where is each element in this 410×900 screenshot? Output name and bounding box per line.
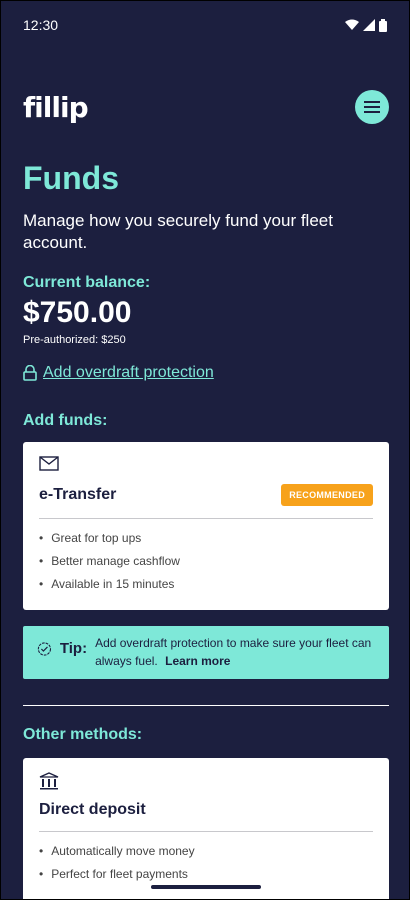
balance-amount: $750.00 xyxy=(23,296,132,330)
bank-icon xyxy=(39,772,59,790)
add-overdraft-label[interactable]: Add overdraft protection xyxy=(43,364,214,382)
section-divider xyxy=(23,705,389,707)
page-title: Funds xyxy=(23,160,119,196)
etransfer-benefits: Great for top ups Better manage cashflow… xyxy=(39,531,373,591)
signal-icon xyxy=(363,19,375,31)
status-bar: 12:30 xyxy=(1,1,409,49)
tip-text: Add overdraft protection to make sure yo… xyxy=(95,635,375,670)
badge-check-icon xyxy=(37,642,52,656)
main-content: Funds Manage how you securely fund your … xyxy=(23,160,389,899)
home-indicator[interactable] xyxy=(151,885,261,889)
lock-icon xyxy=(23,365,37,382)
add-overdraft-link[interactable]: Add overdraft protection xyxy=(23,364,389,382)
list-item: Great for top ups xyxy=(39,531,373,545)
hamburger-icon xyxy=(364,101,380,113)
battery-icon xyxy=(379,18,387,32)
other-methods-title: Other methods: xyxy=(23,726,143,744)
tip-message: Add overdraft protection to make sure yo… xyxy=(95,636,372,668)
card-divider xyxy=(39,518,373,520)
etransfer-card[interactable]: e-Transfer RECOMMENDED Great for top ups… xyxy=(23,442,389,611)
direct-deposit-benefits: Automatically move money Perfect for fle… xyxy=(39,844,373,881)
list-item: Better manage cashflow xyxy=(39,554,373,568)
menu-button[interactable] xyxy=(355,90,389,124)
etransfer-title: e-Transfer xyxy=(39,486,117,504)
direct-deposit-card[interactable]: Direct deposit Automatically move money … xyxy=(23,758,389,899)
etransfer-header: e-Transfer RECOMMENDED xyxy=(39,484,373,507)
list-item: Available in 15 minutes xyxy=(39,577,373,591)
app-screen: 12:30 fillip Funds Manage how you secure… xyxy=(0,0,410,900)
direct-deposit-header: Direct deposit xyxy=(39,801,373,819)
wifi-icon xyxy=(345,19,359,30)
recommended-badge: RECOMMENDED xyxy=(281,484,373,507)
envelope-icon xyxy=(39,456,59,472)
list-item: Perfect for fleet payments xyxy=(39,867,373,881)
status-icons xyxy=(345,18,387,32)
tip-banner: Tip: Add overdraft protection to make su… xyxy=(23,626,389,680)
status-time: 12:30 xyxy=(23,17,59,33)
fillip-logo[interactable]: fillip xyxy=(23,91,89,124)
direct-deposit-title: Direct deposit xyxy=(39,801,146,819)
list-item: Automatically move money xyxy=(39,844,373,858)
learn-more-link[interactable]: Learn more xyxy=(165,654,230,668)
add-funds-title: Add funds: xyxy=(23,412,108,430)
balance-label: Current balance: xyxy=(23,274,151,292)
preauthorized-amount: Pre-authorized: $250 xyxy=(23,334,126,347)
app-header: fillip xyxy=(23,87,389,127)
tip-label: Tip: xyxy=(59,640,88,658)
page-subtitle: Manage how you securely fund your fleet … xyxy=(23,211,333,253)
card-divider xyxy=(39,831,373,833)
